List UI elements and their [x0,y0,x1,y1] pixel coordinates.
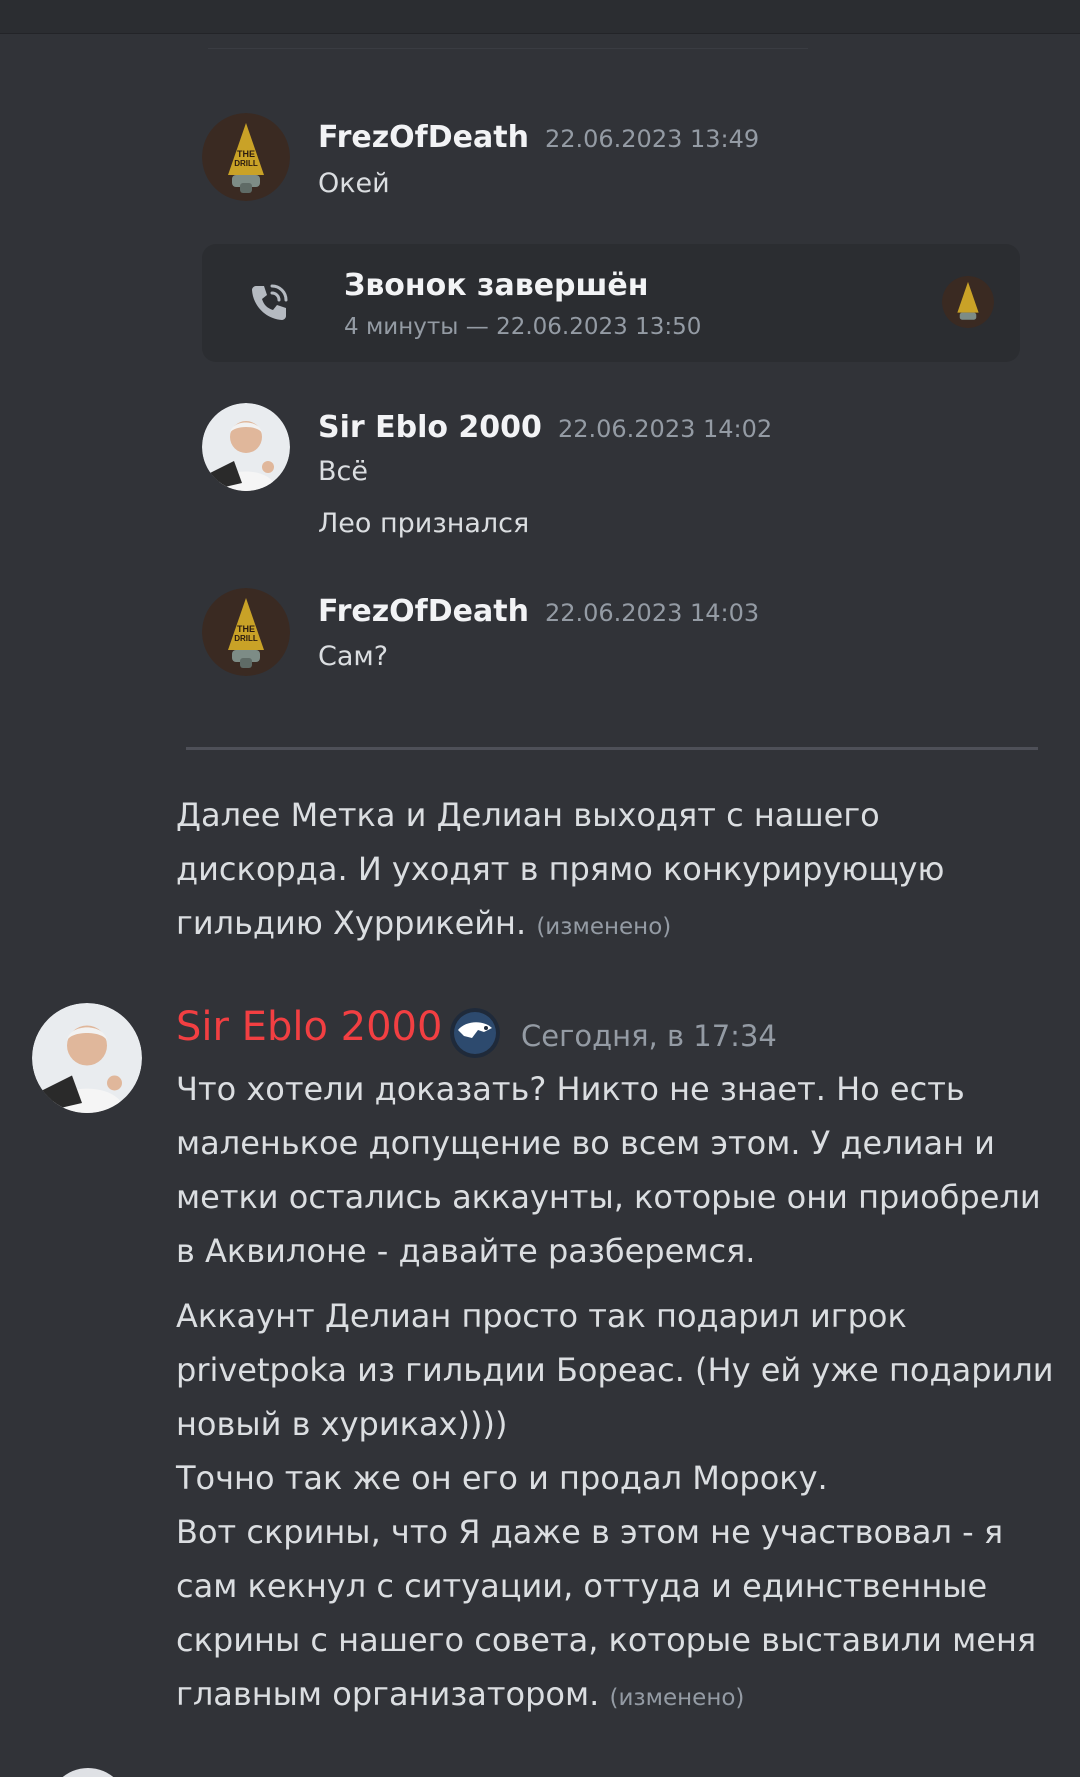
server-badge-icon[interactable] [450,1008,500,1058]
message-author[interactable]: Sir Eblo 2000 [176,1004,442,1050]
avatar-sir-eblo[interactable] [202,403,290,491]
next-avatar[interactable] [48,1768,128,1777]
message-text: Всё [318,456,368,487]
message-timestamp: 22.06.2023 13:49 [544,125,760,153]
call-title: Звонок завершён [344,268,649,303]
avatar-sir-eblo[interactable] [32,1003,142,1113]
phone-call-icon [252,284,288,320]
edited-label: (изменено) [536,914,672,940]
message-timestamp: 22.06.2023 14:02 [557,415,773,443]
message-paragraph: Аккаунт Делиан просто так подарил игрок … [176,1297,1054,1713]
avatar-frezofdeath[interactable]: THE DRILL [202,113,290,201]
message-author[interactable]: FrezOfDeath 22.06.2023 13:49 [318,120,759,155]
top-bar [0,0,1080,34]
separator [208,48,808,49]
message-text: Аккаунт Делиан просто так подарил игрок … [176,1289,1056,1725]
message-timestamp: Сегодня, в 17:34 [521,1019,777,1053]
message-author[interactable]: Sir Eblo 2000 22.06.2023 14:02 [318,410,772,445]
svg-text:THE: THE [237,149,255,159]
message-text: Далее Метка и Делиан выходят с нашего ди… [176,788,1056,954]
edited-label: (изменено) [609,1685,745,1711]
message-author[interactable]: FrezOfDeath 22.06.2023 14:03 [318,594,759,629]
message-timestamp: 22.06.2023 14:03 [544,599,760,627]
screenshot-bottom-divider [186,747,1038,750]
message-text: Что хотели доказать? Никто не знает. Но … [176,1070,1041,1270]
author-name[interactable]: Sir Eblo 2000 [318,410,542,445]
svg-text:DRILL: DRILL [234,159,258,168]
author-name[interactable]: FrezOfDeath [318,594,529,629]
message-text: Лео признался [318,508,530,539]
message-text: Сам? [318,641,389,672]
avatar-frezofdeath[interactable]: THE DRILL [202,588,290,676]
call-participant-avatar[interactable] [942,276,994,328]
svg-text:THE: THE [237,624,255,634]
author-name[interactable]: FrezOfDeath [318,120,529,155]
svg-text:DRILL: DRILL [234,634,258,643]
call-ended-card: Звонок завершён 4 минуты — 22.06.2023 13… [202,244,1020,362]
message-text: Окей [318,168,390,199]
call-subtitle: 4 минуты — 22.06.2023 13:50 [344,314,702,340]
